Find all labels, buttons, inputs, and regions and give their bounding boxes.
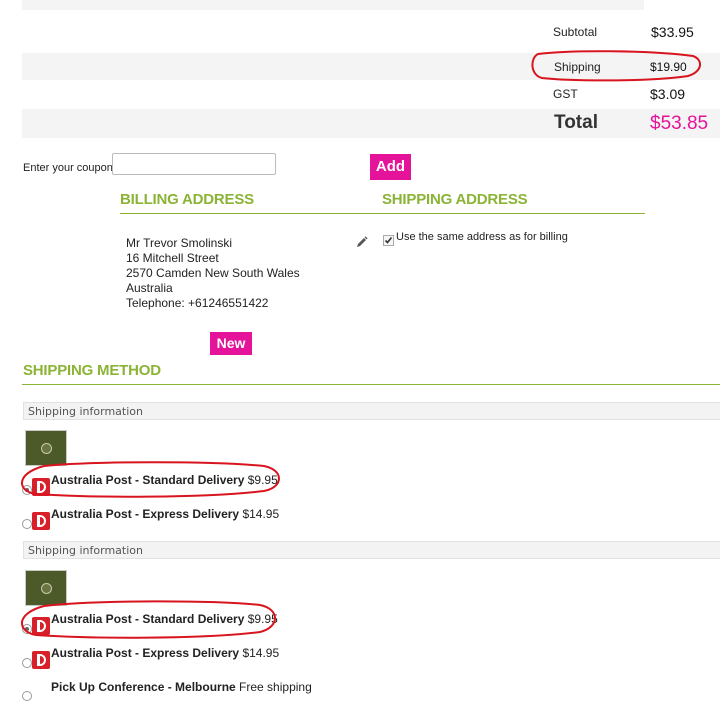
shipping-option-label[interactable]: Australia Post - Express Delivery $14.95 (51, 646, 279, 660)
shipping-option-name: Australia Post - Express Delivery (51, 646, 240, 660)
shipping-info-bar: Shipping information (23, 541, 720, 559)
pencil-icon[interactable] (356, 235, 368, 247)
billing-address-heading: BILLING ADDRESS (120, 191, 254, 208)
shipping-option-radio[interactable] (22, 624, 32, 634)
carrier-thumbnail (25, 430, 67, 466)
gst-value: $3.09 (650, 86, 686, 102)
australia-post-icon (32, 512, 50, 530)
shipping-value: $19.90 (650, 60, 687, 74)
shipping-option-name: Australia Post - Standard Delivery (51, 473, 245, 487)
shipping-option-radio[interactable] (22, 485, 32, 495)
shipping-option-name: Pick Up Conference - Melbourne (51, 680, 236, 694)
same-address-label[interactable]: Use the same address as for billing (396, 231, 568, 243)
totals-top-band (22, 0, 644, 10)
total-label: Total (554, 112, 598, 133)
same-address-checkbox[interactable] (383, 235, 394, 246)
gst-label: GST (553, 87, 578, 101)
shipping-option-label[interactable]: Pick Up Conference - Melbourne Free ship… (51, 680, 312, 694)
shipping-option-label[interactable]: Australia Post - Standard Delivery $9.95 (51, 473, 278, 487)
subtotal-label: Subtotal (553, 25, 598, 39)
coupon-label: Enter your coupon (23, 162, 113, 174)
billing-line-city: 2570 Camden New South Wales (126, 266, 300, 280)
billing-line-street: 16 Mitchell Street (126, 251, 219, 265)
coupon-input[interactable] (112, 153, 276, 175)
shipping-address-heading: SHIPPING ADDRESS (382, 191, 528, 208)
subtotal-value: $33.95 (651, 24, 694, 40)
shipping-option-label[interactable]: Australia Post - Standard Delivery $9.95 (51, 612, 278, 626)
total-value: $53.85 (650, 113, 709, 134)
shipping-method-heading: SHIPPING METHOD (23, 362, 161, 379)
address-divider (120, 213, 645, 214)
new-address-button[interactable]: New (210, 332, 252, 355)
total-row-band (22, 109, 720, 138)
australia-post-icon (32, 478, 50, 496)
shipping-option-price: $9.95 (247, 473, 278, 487)
shipping-option-price: Free shipping (239, 680, 312, 694)
billing-line-phone: Telephone: +61246551422 (126, 296, 269, 310)
shipping-option-name: Australia Post - Standard Delivery (51, 612, 245, 626)
shipping-info-bar: Shipping information (23, 402, 720, 420)
billing-line-name: Mr Trevor Smolinski (126, 236, 233, 250)
billing-line-country: Australia (126, 281, 173, 295)
shipping-method-divider (22, 384, 720, 385)
shipping-option-radio[interactable] (22, 658, 32, 668)
australia-post-icon (32, 651, 50, 669)
shipping-option-radio[interactable] (22, 519, 32, 529)
coupon-add-button[interactable]: Add (370, 154, 411, 180)
shipping-label: Shipping (554, 60, 601, 74)
shipping-option-price: $14.95 (242, 507, 280, 521)
shipping-option-name: Australia Post - Express Delivery (51, 507, 240, 521)
billing-address-block: Mr Trevor Smolinski 16 Mitchell Street 2… (126, 236, 300, 311)
shipping-option-price: $14.95 (242, 646, 280, 660)
shipping-option-label[interactable]: Australia Post - Express Delivery $14.95 (51, 507, 279, 521)
carrier-thumbnail (25, 570, 67, 606)
shipping-option-price: $9.95 (247, 612, 278, 626)
shipping-row-band (22, 53, 720, 80)
australia-post-icon (32, 617, 50, 635)
